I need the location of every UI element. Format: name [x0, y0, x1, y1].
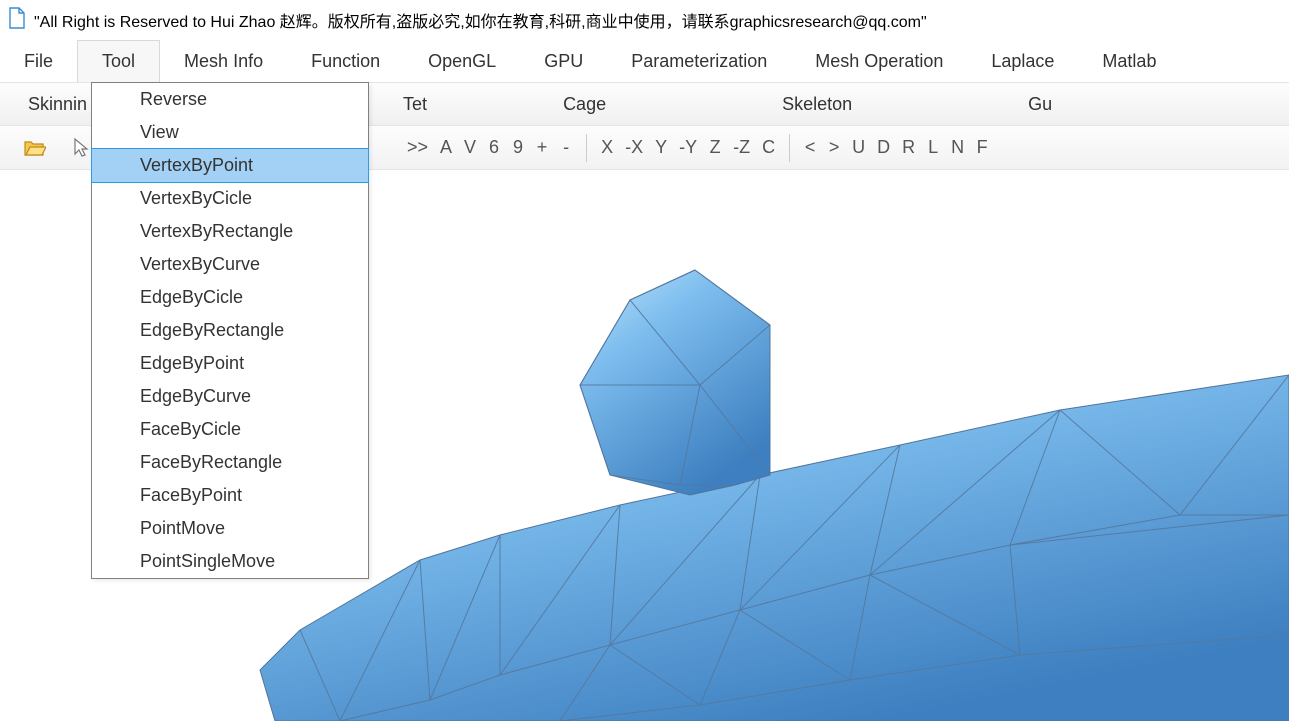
open-file-icon[interactable]	[18, 139, 52, 157]
toolbar-btn-[interactable]: >	[822, 137, 846, 158]
menu-item-facebypoint[interactable]: FaceByPoint	[92, 479, 368, 512]
toolbar-separator	[789, 134, 790, 162]
tab-matlab[interactable]: Matlab	[1078, 40, 1180, 82]
toolbar-btn-[interactable]: <	[798, 137, 822, 158]
ribbon-skeleton[interactable]: Skeleton	[754, 83, 880, 125]
menu-item-edgebycicle[interactable]: EdgeByCicle	[92, 281, 368, 314]
tab-file[interactable]: File	[0, 40, 77, 82]
toolbar-btn-x[interactable]: X	[595, 137, 619, 158]
tab-gpu[interactable]: GPU	[520, 40, 607, 82]
toolbar-btn-y[interactable]: Y	[649, 137, 673, 158]
title-bar: "All Right is Reserved to Hui Zhao 赵辉。版权…	[0, 0, 1289, 40]
toolbar-btn-z[interactable]: Z	[703, 137, 727, 158]
menu-item-pointmove[interactable]: PointMove	[92, 512, 368, 545]
toolbar-btn-d[interactable]: D	[871, 137, 896, 158]
menu-item-edgebypoint[interactable]: EdgeByPoint	[92, 347, 368, 380]
top-tabs-row-1: FileToolMesh InfoFunctionOpenGLGPUParame…	[0, 40, 1289, 82]
menu-item-vertexbyrectangle[interactable]: VertexByRectangle	[92, 215, 368, 248]
menu-item-vertexbycicle[interactable]: VertexByCicle	[92, 182, 368, 215]
tab-tool[interactable]: Tool	[77, 40, 160, 82]
tab-mesh-info[interactable]: Mesh Info	[160, 40, 287, 82]
toolbar-btn-x[interactable]: -X	[619, 137, 649, 158]
toolbar-btn-9[interactable]: 9	[506, 137, 530, 158]
tab-parameterization[interactable]: Parameterization	[607, 40, 791, 82]
toolbar-btn-r[interactable]: R	[896, 137, 921, 158]
menu-item-facebycicle[interactable]: FaceByCicle	[92, 413, 368, 446]
window-title: "All Right is Reserved to Hui Zhao 赵辉。版权…	[34, 8, 927, 32]
ribbon-cage[interactable]: Cage	[535, 83, 634, 125]
tab-mesh-operation[interactable]: Mesh Operation	[791, 40, 967, 82]
doc-icon	[8, 7, 26, 34]
toolbar-btn-z[interactable]: -Z	[727, 137, 756, 158]
tool-dropdown: ReverseViewVertexByPointVertexByCicleVer…	[91, 82, 369, 579]
toolbar-btn-6[interactable]: 6	[482, 137, 506, 158]
menu-item-reverse[interactable]: Reverse	[92, 83, 368, 116]
toolbar-btn-c[interactable]: C	[756, 137, 781, 158]
toolbar-btn-n[interactable]: N	[945, 137, 970, 158]
toolbar-btn-a[interactable]: A	[434, 137, 458, 158]
menu-item-edgebycurve[interactable]: EdgeByCurve	[92, 380, 368, 413]
toolbar-btn-[interactable]: -	[554, 137, 578, 158]
toolbar-btn-v[interactable]: V	[458, 137, 482, 158]
menu-item-view[interactable]: View	[92, 116, 368, 149]
tab-opengl[interactable]: OpenGL	[404, 40, 520, 82]
toolbar-btn-l[interactable]: L	[921, 137, 945, 158]
tab-function[interactable]: Function	[287, 40, 404, 82]
toolbar-separator	[586, 134, 587, 162]
menu-item-vertexbycurve[interactable]: VertexByCurve	[92, 248, 368, 281]
tab-laplace[interactable]: Laplace	[967, 40, 1078, 82]
ribbon-tet[interactable]: Tet	[375, 83, 455, 125]
toolbar-btn-u[interactable]: U	[846, 137, 871, 158]
toolbar-btn-[interactable]: >>	[401, 137, 434, 158]
menu-item-facebyrectangle[interactable]: FaceByRectangle	[92, 446, 368, 479]
menu-item-vertexbypoint[interactable]: VertexByPoint	[91, 148, 369, 183]
menu-item-pointsinglemove[interactable]: PointSingleMove	[92, 545, 368, 578]
toolbar-btn-y[interactable]: -Y	[673, 137, 703, 158]
ribbon-gu[interactable]: Gu	[1000, 83, 1080, 125]
toolbar-btn-[interactable]: +	[530, 137, 554, 158]
menu-item-edgebyrectangle[interactable]: EdgeByRectangle	[92, 314, 368, 347]
toolbar-btn-f[interactable]: F	[970, 137, 994, 158]
